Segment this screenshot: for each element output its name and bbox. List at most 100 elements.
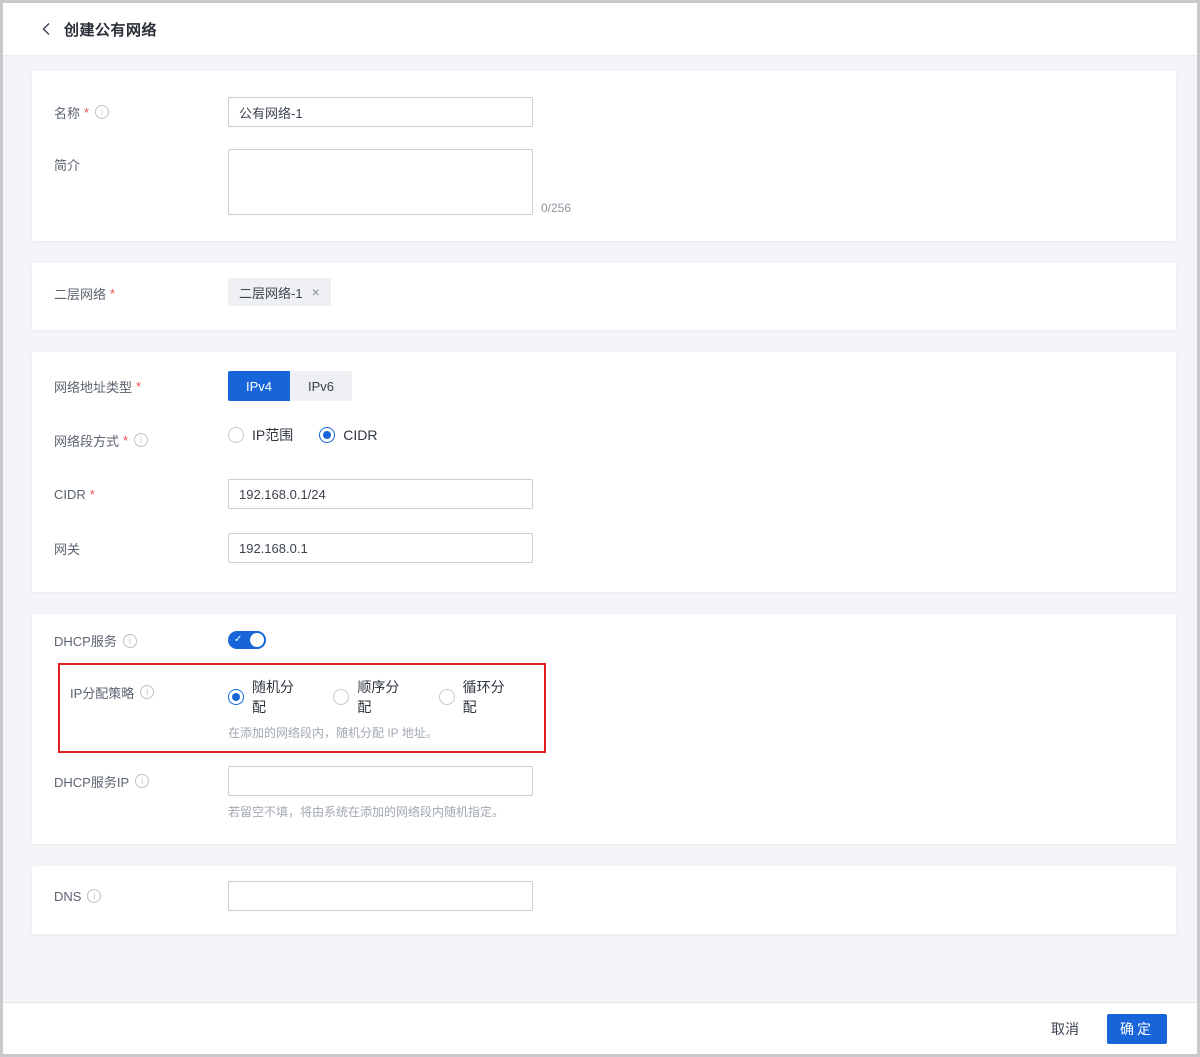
- radio-circle-icon: [333, 689, 349, 705]
- dhcp-toggle[interactable]: ✓: [228, 631, 266, 649]
- cidr-input[interactable]: [228, 479, 533, 509]
- addr-type-row: 网络地址类型 * IPv4 IPv6: [48, 371, 1176, 401]
- radio-round-robin-label: 循环分配: [463, 677, 518, 717]
- dhcp-ip-row: DHCP服务IP i 若留空不填，将由系统在添加的网络段内随机指定。: [48, 766, 1176, 820]
- radio-selected-icon: [319, 427, 335, 443]
- basic-info-card: 名称 * i 简介 0/256: [32, 71, 1176, 241]
- segment-mode-label-group: 网络段方式 * i: [48, 425, 228, 455]
- ip-policy-highlight-box: IP分配策略 i 随机分配 顺序分配: [58, 663, 546, 753]
- description-field: 0/256: [228, 149, 571, 215]
- ip-policy-help-text: 在添加的网络段内，随机分配 IP 地址。: [228, 724, 544, 741]
- back-icon[interactable]: [41, 22, 51, 36]
- dhcp-card: DHCP服务 i ✓ IP分配策略 i: [32, 614, 1176, 844]
- cidr-field: [228, 479, 533, 509]
- char-counter: 0/256: [541, 201, 571, 215]
- info-icon[interactable]: i: [123, 634, 137, 648]
- dns-field: [228, 881, 533, 911]
- l2-network-row: 二层网络 * 二层网络-1 ×: [48, 278, 1176, 308]
- dns-label-group: DNS i: [48, 881, 228, 911]
- cidr-row: CIDR *: [48, 479, 1176, 509]
- radio-cidr[interactable]: CIDR: [319, 427, 377, 443]
- radio-sequential-label: 顺序分配: [357, 677, 412, 717]
- radio-random-label: 随机分配: [252, 677, 307, 717]
- description-label-group: 简介: [48, 149, 228, 179]
- radio-circle-icon: [228, 427, 244, 443]
- name-field: [228, 97, 533, 127]
- gateway-input[interactable]: [228, 533, 533, 563]
- ip-policy-radio-group: 随机分配 顺序分配 循环分配: [228, 677, 544, 717]
- form-body: 名称 * i 简介 0/256: [3, 56, 1197, 1002]
- info-icon[interactable]: i: [140, 685, 154, 699]
- dhcp-ip-label-group: DHCP服务IP i: [48, 766, 228, 796]
- l2-network-field: 二层网络-1 ×: [228, 278, 331, 306]
- l2-network-tag[interactable]: 二层网络-1 ×: [228, 278, 331, 306]
- radio-round-robin-allocation[interactable]: 循环分配: [439, 677, 518, 717]
- create-public-network-page: 创建公有网络 名称 * i 简介 0/256: [0, 0, 1200, 1057]
- dhcp-service-label: DHCP服务: [54, 631, 117, 650]
- info-icon[interactable]: i: [95, 105, 109, 119]
- l2-network-label: 二层网络: [54, 284, 106, 303]
- required-mark: *: [110, 286, 115, 301]
- description-row: 简介 0/256: [48, 149, 1176, 215]
- ip-policy-row: IP分配策略 i 随机分配 顺序分配: [60, 677, 544, 741]
- gateway-row: 网关: [48, 533, 1176, 563]
- name-label-group: 名称 * i: [48, 97, 228, 127]
- dhcp-ip-input[interactable]: [228, 766, 533, 796]
- dns-input[interactable]: [228, 881, 533, 911]
- required-mark: *: [84, 105, 89, 120]
- confirm-button[interactable]: 确定: [1107, 1014, 1167, 1044]
- radio-ip-range[interactable]: IP范围: [228, 425, 293, 445]
- dns-row: DNS i: [48, 881, 1176, 911]
- l2-network-label-group: 二层网络 *: [48, 278, 228, 308]
- addr-type-label-group: 网络地址类型 *: [48, 371, 228, 401]
- radio-ip-range-label: IP范围: [252, 425, 293, 445]
- dhcp-service-label-group: DHCP服务 i: [48, 631, 228, 650]
- name-input[interactable]: [228, 97, 533, 127]
- name-row: 名称 * i: [48, 97, 1176, 127]
- radio-sequential-allocation[interactable]: 顺序分配: [333, 677, 412, 717]
- segment-mode-field: IP范围 CIDR: [228, 425, 403, 445]
- cidr-label-group: CIDR *: [48, 479, 228, 509]
- toggle-check-icon: ✓: [234, 632, 242, 648]
- radio-selected-icon: [228, 689, 244, 705]
- dhcp-ip-label: DHCP服务IP: [54, 772, 129, 791]
- segment-mode-label: 网络段方式: [54, 431, 119, 450]
- radio-circle-icon: [439, 689, 455, 705]
- dns-label: DNS: [54, 889, 81, 904]
- dhcp-ip-help-text: 若留空不填，将由系统在添加的网络段内随机指定。: [228, 803, 533, 820]
- required-mark: *: [123, 433, 128, 448]
- addr-type-segmented: IPv4 IPv6: [228, 371, 352, 401]
- ipv6-button[interactable]: IPv6: [290, 371, 352, 401]
- gateway-label-group: 网关: [48, 533, 228, 563]
- tag-close-icon[interactable]: ×: [312, 285, 320, 299]
- l2-network-card: 二层网络 * 二层网络-1 ×: [32, 263, 1176, 330]
- required-mark: *: [90, 487, 95, 502]
- page-footer: 取消 确定: [3, 1002, 1197, 1054]
- gateway-label: 网关: [54, 539, 80, 558]
- description-textarea[interactable]: [228, 149, 533, 215]
- cidr-label: CIDR: [54, 487, 86, 502]
- info-icon[interactable]: i: [134, 433, 148, 447]
- ipv4-button[interactable]: IPv4: [228, 371, 290, 401]
- dns-card: DNS i: [32, 866, 1176, 934]
- toggle-knob: [250, 633, 264, 647]
- segment-mode-radio-group: IP范围 CIDR: [228, 425, 403, 445]
- page-title: 创建公有网络: [64, 19, 157, 40]
- dhcp-service-row: DHCP服务 i ✓: [48, 631, 1176, 650]
- segment-mode-row: 网络段方式 * i IP范围 CIDR: [48, 425, 1176, 455]
- gateway-field: [228, 533, 533, 563]
- network-settings-card: 网络地址类型 * IPv4 IPv6 网络段方式 * i: [32, 352, 1176, 592]
- addr-type-field: IPv4 IPv6: [228, 371, 352, 401]
- name-label: 名称: [54, 103, 80, 122]
- addr-type-label: 网络地址类型: [54, 377, 132, 396]
- radio-random-allocation[interactable]: 随机分配: [228, 677, 307, 717]
- description-label: 简介: [54, 155, 80, 174]
- radio-cidr-label: CIDR: [343, 427, 377, 443]
- info-icon[interactable]: i: [87, 889, 101, 903]
- ip-policy-field: 随机分配 顺序分配 循环分配 在添加的网络段内，随机分配 IP 地址: [228, 677, 544, 741]
- cancel-button[interactable]: 取消: [1051, 1019, 1079, 1039]
- dhcp-service-field: ✓: [228, 631, 266, 649]
- info-icon[interactable]: i: [135, 774, 149, 788]
- l2-network-tag-label: 二层网络-1: [239, 283, 303, 302]
- ip-policy-label: IP分配策略: [70, 683, 134, 702]
